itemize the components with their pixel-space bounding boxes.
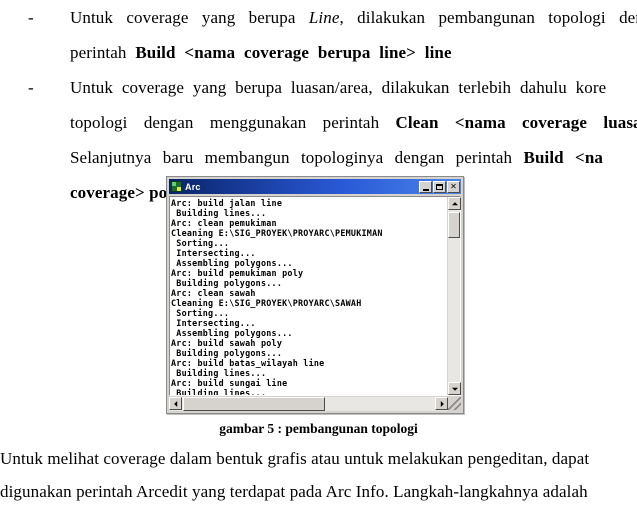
console-line: Arc: build batas_wilayah line <box>171 358 325 368</box>
console-and-vscroll: Arc: build jalan line Building lines... … <box>169 196 461 396</box>
resize-grip[interactable] <box>448 397 461 410</box>
command-build-poly-cont: coverage> poly <box>70 183 181 202</box>
paragraph-line: Untuk coverage yang berupa luasan/area, … <box>70 78 607 97</box>
arc-window[interactable]: Arc ✕ Arc: build jalan line Building lin… <box>166 176 464 414</box>
command-build-poly: Build <na <box>523 148 604 167</box>
scroll-right-button[interactable] <box>435 397 448 410</box>
italic-term: Line <box>308 8 340 27</box>
console-line: Building polygons... <box>171 278 283 288</box>
arc-app-icon <box>171 181 182 192</box>
minimize-button[interactable] <box>419 180 432 193</box>
bullet-marker: - <box>28 8 34 27</box>
scroll-down-button[interactable] <box>448 382 461 395</box>
console-line: Arc: build sungai line <box>171 378 288 388</box>
command-clean: Clean <nama coverage luasan <box>395 113 637 132</box>
figure-arc-window: Arc ✕ Arc: build jalan line Building lin… <box>166 176 464 414</box>
vertical-scrollbar[interactable] <box>447 197 461 395</box>
console-line: Building lines... <box>171 388 267 395</box>
console-line: Arc: build jalan line <box>171 198 283 208</box>
horizontal-scrollbar[interactable] <box>169 397 448 411</box>
titlebar-button-group: ✕ <box>419 180 460 193</box>
paragraph-line: Selanjutnya baru membangun topologinya d… <box>70 148 604 167</box>
window-client-area: Arc: build jalan line Building lines... … <box>169 196 461 411</box>
horizontal-scroll-thumb[interactable] <box>183 397 325 411</box>
vertical-scroll-track[interactable] <box>448 210 460 382</box>
console-line: Sorting... <box>171 308 230 318</box>
horizontal-scrollbar-row <box>169 397 461 411</box>
console-line: Intersecting... <box>171 248 256 258</box>
figure-caption: gambar 5 : pembangunan topologi <box>219 421 418 436</box>
command-build-line: Build <nama coverage berupa line> line <box>135 43 452 62</box>
document-tail: Untuk melihat coverage dalam bentuk graf… <box>0 442 637 508</box>
console-line: Building lines... <box>171 208 267 218</box>
window-titlebar[interactable]: Arc ✕ <box>169 179 461 194</box>
scroll-left-button[interactable] <box>169 397 182 410</box>
paragraph-line: topologi dengan menggunakan perintah Cle… <box>70 105 637 140</box>
console-line: Cleaning E:\SIG_PROYEK\PROYARC\SAWAH <box>171 298 362 308</box>
maximize-button[interactable] <box>433 180 446 193</box>
console-line: Arc: build sawah poly <box>171 338 283 348</box>
paragraph-line: Untuk melihat coverage dalam bentuk graf… <box>0 449 590 468</box>
vertical-scroll-thumb[interactable] <box>448 212 460 238</box>
paragraph-line: Untuk coverage yang berupa Line, dilakuk… <box>70 8 637 27</box>
window-title: Arc <box>185 181 201 192</box>
console-line: Intersecting... <box>171 318 256 328</box>
console-output[interactable]: Arc: build jalan line Building lines... … <box>170 197 447 395</box>
console-line: Building lines... <box>171 368 267 378</box>
console-line: Arc: build pemukiman poly <box>171 268 304 278</box>
paragraph-line: digunakan perintah Arcedit yang terdapat… <box>0 482 588 501</box>
console-line: Assembling polygons... <box>171 328 293 338</box>
console-line: Arc: clean pemukiman <box>171 218 277 228</box>
close-button[interactable]: ✕ <box>447 180 460 193</box>
scroll-up-button[interactable] <box>448 197 461 210</box>
console-line: Building polygons... <box>171 348 283 358</box>
bullet-marker: - <box>28 78 34 97</box>
paragraph-line: perintah Build <nama coverage berupa lin… <box>70 43 452 62</box>
console-line: Sorting... <box>171 238 230 248</box>
horizontal-scroll-track[interactable] <box>182 397 435 411</box>
bullet-item-line-coverage: - Untuk coverage yang berupa Line, dilak… <box>0 0 637 70</box>
console-line: Assembling polygons... <box>171 258 293 268</box>
console-line: Arc: clean sawah <box>171 288 256 298</box>
console-line: Cleaning E:\SIG_PROYEK\PROYARC\PEMUKIMAN <box>171 228 383 238</box>
